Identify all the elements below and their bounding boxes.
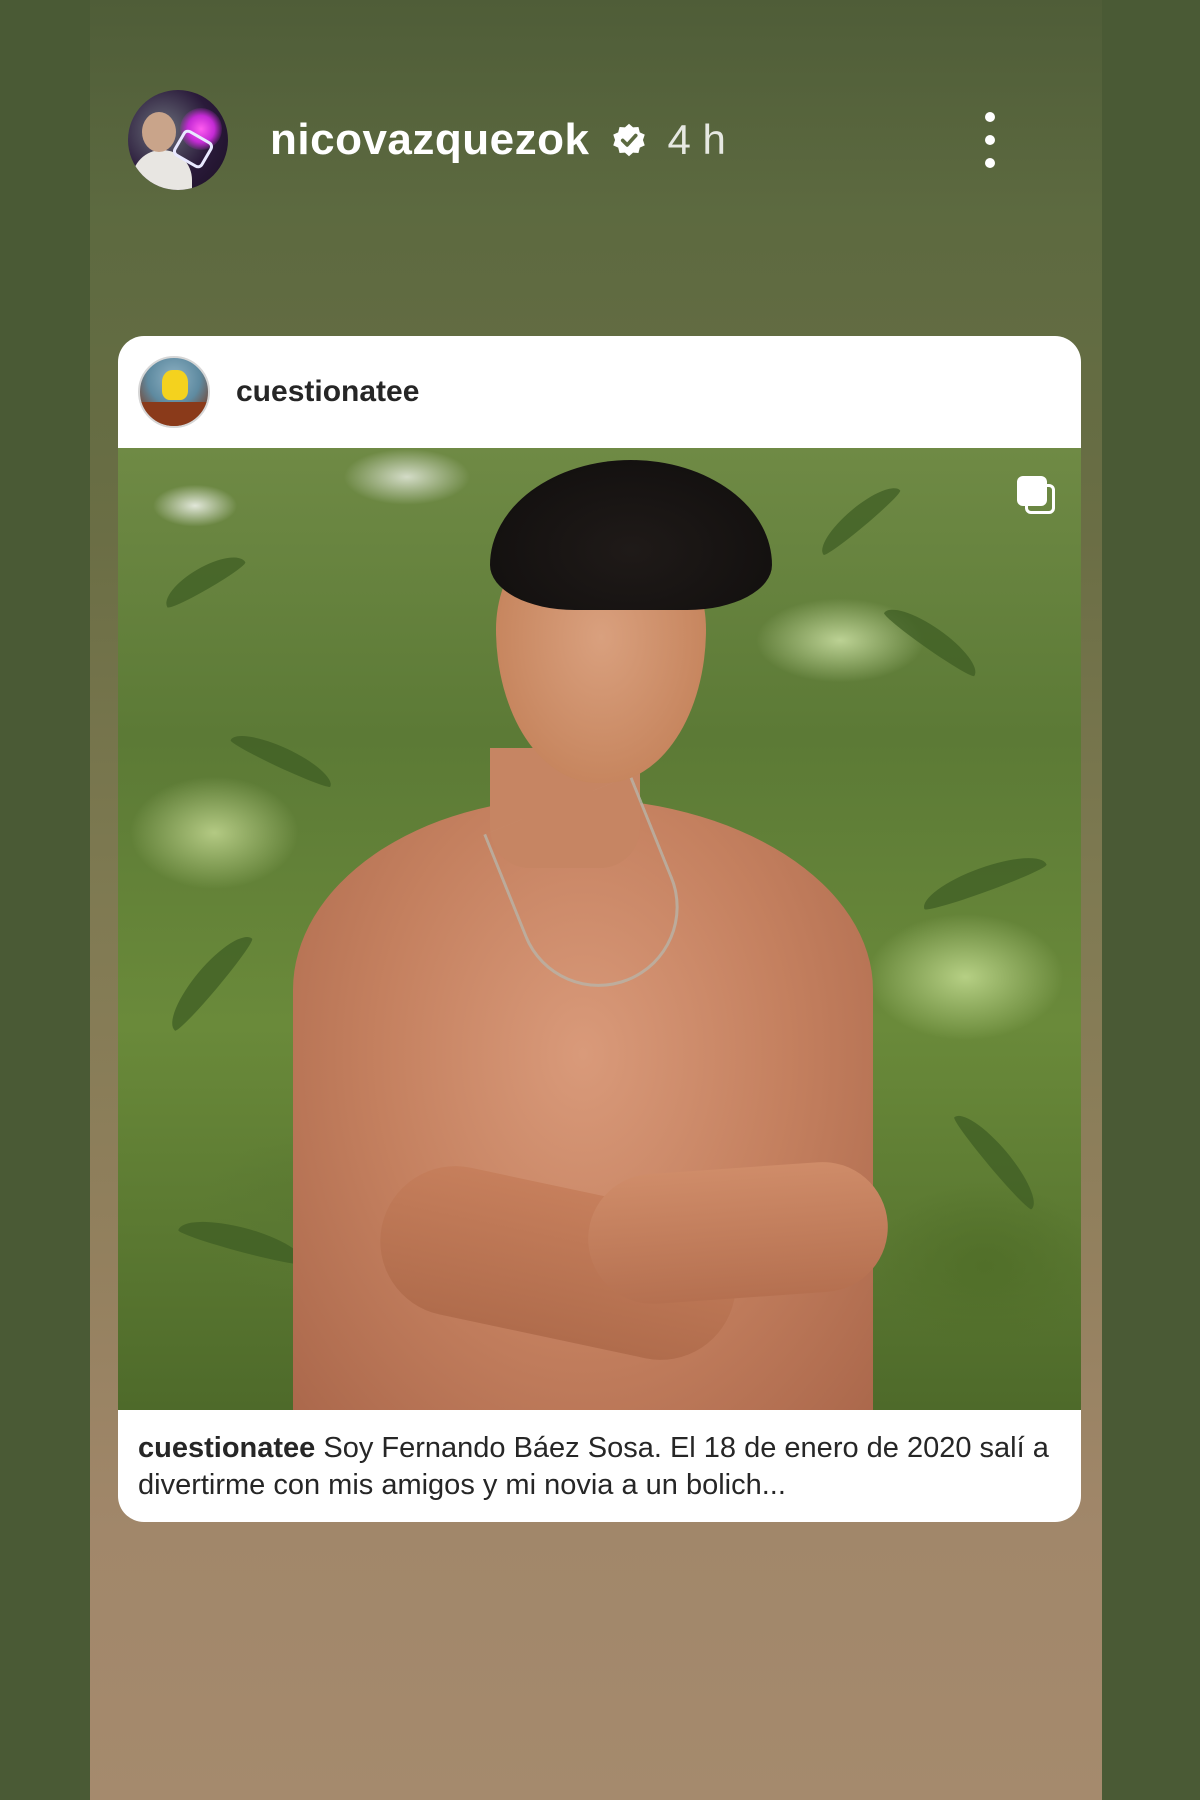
avatar-character [162,370,188,400]
more-vertical-icon[interactable] [980,112,1000,168]
foliage-leaf [177,1211,309,1269]
foliage-leaf [881,598,985,680]
story-header: nicovazquezok 4 h [128,90,1064,190]
shared-post-image[interactable] [118,448,1081,1410]
story-time-ago: 4 h [667,116,726,163]
author-username[interactable]: nicovazquezok [270,115,589,165]
foliage-leaf [228,725,338,791]
icon-front-square [1017,476,1047,506]
dot [985,135,995,145]
shared-post-caption: cuestionatee Soy Fernando Báez Sosa. El … [118,1410,1081,1522]
foliage-leaf [917,846,1049,914]
dot [985,112,995,122]
foliage-leaf [160,926,256,1034]
caption-username[interactable]: cuestionatee [138,1432,315,1464]
dot [985,158,995,168]
person-hair [490,460,772,610]
verified-badge-icon [609,120,649,160]
avatar-desk [140,402,208,426]
foliage-leaf [813,478,903,558]
shared-post-card[interactable]: cuestionatee cuestionatee Soy Fernando B… [118,336,1081,1522]
foliage-leaf [951,1105,1045,1213]
avatar-face [142,112,176,152]
shared-post-header: cuestionatee [118,336,1081,448]
shared-post-avatar[interactable] [138,356,210,428]
multiple-images-icon [1017,476,1055,514]
person-arm [583,1157,893,1309]
foliage-leaf [158,546,248,612]
story-viewer[interactable]: nicovazquezok 4 h cuestionatee cuestiona… [90,0,1102,1800]
author-avatar[interactable] [128,90,228,190]
shared-post-username[interactable]: cuestionatee [236,375,419,409]
